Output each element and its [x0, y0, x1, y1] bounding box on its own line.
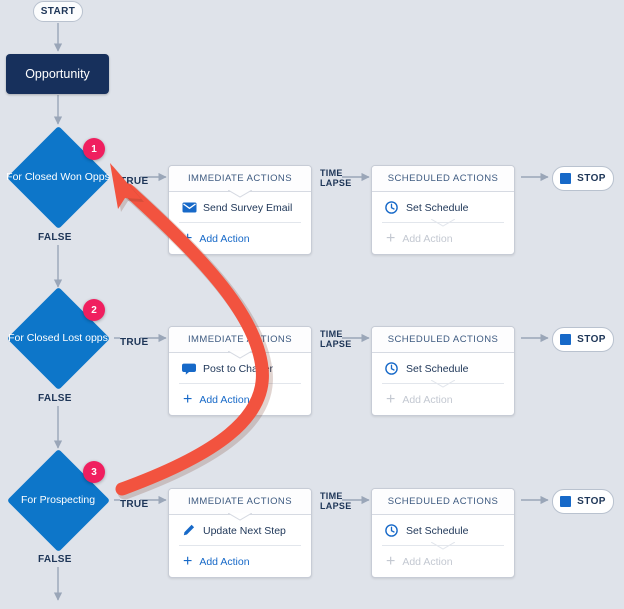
- step-badge-1: 1: [83, 138, 105, 160]
- stop-label: STOP: [577, 496, 606, 507]
- action-item-label: Update Next Step: [203, 524, 286, 537]
- branch-false-2: FALSE: [38, 393, 72, 404]
- panel-header-label: IMMEDIATE ACTIONS: [187, 496, 293, 507]
- add-action-button[interactable]: + Add Action: [169, 384, 311, 415]
- add-action-label: Add Action: [199, 393, 250, 406]
- object-node-opportunity[interactable]: Opportunity: [6, 54, 109, 94]
- action-item-1[interactable]: Send Survey Email: [169, 192, 311, 223]
- step-badge-2: 2: [83, 299, 105, 321]
- branch-true-3: TRUE: [120, 499, 149, 510]
- branch-true-2: TRUE: [120, 337, 149, 348]
- stop-square-icon: [560, 334, 572, 345]
- chatter-icon: [182, 363, 197, 375]
- flow-canvas: START Opportunity For Closed Won Opps 1 …: [0, 0, 624, 609]
- immediate-actions-panel-2[interactable]: IMMEDIATE ACTIONS Post to Chatter + Add …: [168, 326, 312, 416]
- pencil-icon: [182, 524, 197, 537]
- panel-header: SCHEDULED ACTIONS: [372, 327, 514, 353]
- email-icon: [182, 202, 197, 213]
- panel-header-label: SCHEDULED ACTIONS: [387, 173, 499, 184]
- time-lapse-line1: TIME: [320, 329, 343, 339]
- panel-header: IMMEDIATE ACTIONS: [169, 327, 311, 359]
- branch-false-3: FALSE: [38, 554, 72, 565]
- clock-icon: [385, 362, 400, 375]
- time-lapse-label-2: TIME LAPSE: [320, 329, 352, 349]
- branch-false-1: FALSE: [38, 232, 72, 243]
- panel-header: SCHEDULED ACTIONS: [372, 489, 514, 515]
- add-action-label: Add Action: [402, 232, 453, 245]
- step-badge-3: 3: [83, 461, 105, 483]
- stop-node-3[interactable]: STOP: [552, 489, 614, 514]
- immediate-actions-panel-3[interactable]: IMMEDIATE ACTIONS Update Next Step + Add…: [168, 488, 312, 578]
- scheduled-item-3[interactable]: Set Schedule: [372, 515, 514, 550]
- criteria-node-2[interactable]: For Closed Lost opps 2: [0, 286, 116, 390]
- scheduled-item-2[interactable]: Set Schedule: [372, 353, 514, 388]
- stop-square-icon: [560, 496, 572, 507]
- action-item-2[interactable]: Post to Chatter: [169, 353, 311, 384]
- clock-icon: [385, 524, 400, 537]
- add-action-label: Add Action: [199, 555, 250, 568]
- time-lapse-label-3: TIME LAPSE: [320, 491, 352, 511]
- start-node[interactable]: START: [33, 1, 83, 22]
- add-action-button[interactable]: + Add Action: [372, 223, 514, 254]
- panel-header: IMMEDIATE ACTIONS: [169, 489, 311, 521]
- time-lapse-line1: TIME: [320, 491, 343, 501]
- stop-node-1[interactable]: STOP: [552, 166, 614, 191]
- immediate-actions-panel-1[interactable]: IMMEDIATE ACTIONS Send Survey Email + Ad…: [168, 165, 312, 255]
- stop-node-2[interactable]: STOP: [552, 327, 614, 352]
- stop-label: STOP: [577, 173, 606, 184]
- time-lapse-line1: TIME: [320, 168, 343, 178]
- add-action-button[interactable]: + Add Action: [169, 223, 311, 254]
- branch-true-1: TRUE: [120, 176, 149, 187]
- criteria-node-3[interactable]: For Prospecting 3: [0, 448, 116, 552]
- start-label: START: [40, 6, 76, 17]
- add-action-button[interactable]: + Add Action: [372, 384, 514, 415]
- time-lapse-line2: LAPSE: [320, 178, 352, 188]
- panel-header-label: SCHEDULED ACTIONS: [387, 496, 499, 507]
- time-lapse-line2: LAPSE: [320, 339, 352, 349]
- time-lapse-line2: LAPSE: [320, 501, 352, 511]
- panel-header-label: IMMEDIATE ACTIONS: [187, 173, 293, 184]
- add-action-button[interactable]: + Add Action: [372, 546, 514, 577]
- panel-header-label: SCHEDULED ACTIONS: [387, 334, 499, 345]
- scheduled-actions-panel-3[interactable]: SCHEDULED ACTIONS Set Schedule + Add Act…: [371, 488, 515, 578]
- panel-header: SCHEDULED ACTIONS: [372, 166, 514, 192]
- action-item-label: Post to Chatter: [203, 362, 274, 375]
- add-action-button[interactable]: + Add Action: [169, 546, 311, 577]
- time-lapse-label-1: TIME LAPSE: [320, 168, 352, 188]
- add-action-label: Add Action: [402, 393, 453, 406]
- scheduled-item-label: Set Schedule: [406, 362, 469, 375]
- scheduled-item-label: Set Schedule: [406, 524, 469, 537]
- action-item-3[interactable]: Update Next Step: [169, 515, 311, 546]
- add-action-label: Add Action: [402, 555, 453, 568]
- clock-icon: [385, 201, 400, 214]
- action-item-label: Send Survey Email: [203, 201, 293, 214]
- panel-header: IMMEDIATE ACTIONS: [169, 166, 311, 198]
- scheduled-item-1[interactable]: Set Schedule: [372, 192, 514, 227]
- stop-label: STOP: [577, 334, 606, 345]
- scheduled-item-label: Set Schedule: [406, 201, 469, 214]
- scheduled-actions-panel-1[interactable]: SCHEDULED ACTIONS Set Schedule + Add Act…: [371, 165, 515, 255]
- criteria-node-1[interactable]: For Closed Won Opps 1: [0, 125, 116, 229]
- panel-header-label: IMMEDIATE ACTIONS: [187, 334, 293, 345]
- add-action-label: Add Action: [199, 232, 250, 245]
- stop-square-icon: [560, 173, 572, 184]
- scheduled-actions-panel-2[interactable]: SCHEDULED ACTIONS Set Schedule + Add Act…: [371, 326, 515, 416]
- object-label: Opportunity: [25, 67, 90, 81]
